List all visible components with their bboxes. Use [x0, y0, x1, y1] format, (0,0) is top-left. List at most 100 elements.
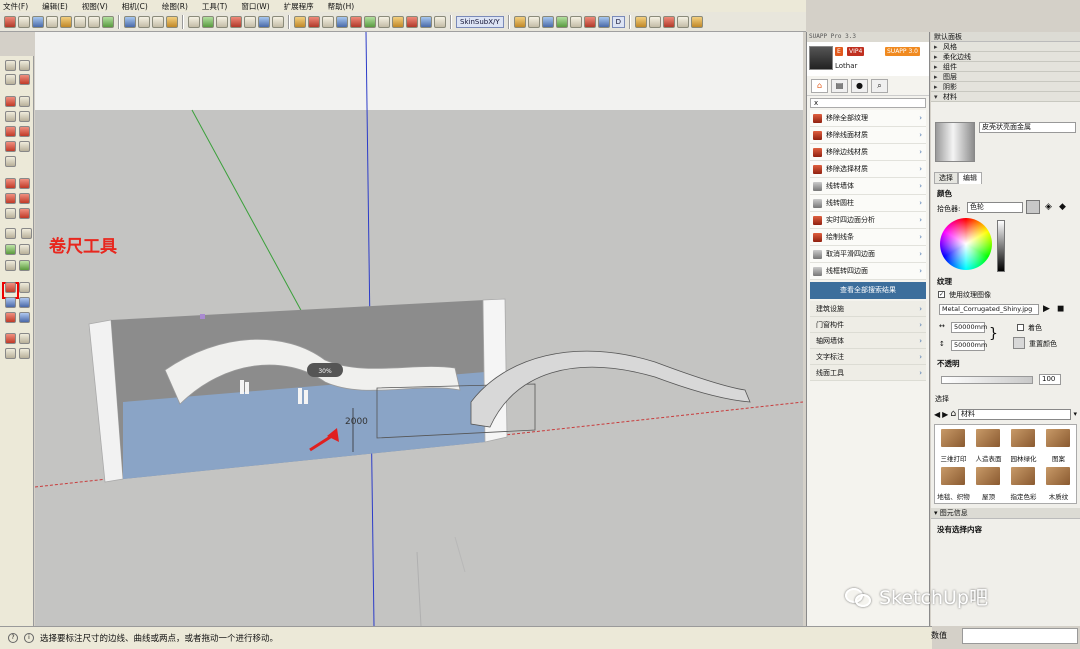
edit-texture-icon[interactable]: ◼ [1057, 304, 1064, 314]
toolbar-button[interactable] [216, 15, 228, 28]
opacity-slider[interactable] [941, 376, 1033, 384]
material-folder[interactable]: 地毯、织物 [937, 465, 970, 501]
menu-draw[interactable]: 绘图(R) [162, 1, 188, 12]
toolbar-button[interactable] [272, 15, 284, 28]
plugin-item[interactable]: 线转墙体 › [810, 178, 926, 195]
forward-arrow-icon[interactable]: ▶ [942, 410, 948, 419]
eraser-icon[interactable] [19, 74, 30, 85]
zoom-icon[interactable] [5, 297, 16, 308]
toolbar-button[interactable] [258, 15, 270, 28]
follow-me-icon[interactable] [19, 193, 30, 204]
user-avatar[interactable] [809, 46, 833, 70]
component-tool-icon[interactable] [19, 60, 30, 71]
select-tool-icon[interactable] [5, 60, 16, 71]
plugin-category[interactable]: 轴网墙体 › [810, 333, 926, 349]
home-icon[interactable]: ⌂ [811, 78, 828, 93]
pencil-icon[interactable] [5, 96, 16, 107]
toolbar-button[interactable] [124, 15, 136, 28]
plugin-category[interactable]: 文字标注 › [810, 349, 926, 365]
toolbar-button[interactable] [513, 15, 526, 28]
toolbar-button[interactable] [434, 15, 446, 28]
list-icon[interactable]: ▤ [831, 78, 848, 93]
toolbar-button[interactable] [350, 15, 362, 28]
menu-file[interactable]: 文件(F) [3, 1, 28, 12]
toolbar-button[interactable] [336, 15, 348, 28]
push-pull-icon[interactable] [19, 178, 30, 189]
toolbar-button[interactable] [392, 15, 404, 28]
use-texture-checkbox[interactable]: ✓ [938, 291, 945, 298]
menu-window[interactable]: 窗口(W) [241, 1, 269, 12]
rotate-icon[interactable] [5, 193, 16, 204]
text-tool-icon[interactable] [19, 244, 30, 255]
pie-icon[interactable] [5, 141, 16, 152]
suapp-version-badge[interactable]: SUAPP 3.0 [885, 47, 920, 56]
material-name-field[interactable]: 皮壳状亮面金属 [979, 122, 1076, 133]
toolbar-button[interactable] [88, 15, 100, 28]
dimension-icon[interactable] [21, 228, 32, 239]
toolbar-button[interactable] [152, 15, 164, 28]
help-icon[interactable]: ? [8, 633, 18, 643]
toolbar-button[interactable] [18, 15, 30, 28]
plugin-item[interactable]: 线转圆柱 › [810, 195, 926, 212]
toolbar-button[interactable] [202, 15, 214, 28]
position-camera-icon[interactable] [5, 333, 16, 344]
look-around-icon[interactable] [19, 333, 30, 344]
home-icon[interactable]: ⌂ [950, 409, 956, 419]
texture-width-input[interactable]: 50000mm [951, 322, 987, 333]
plugin-category[interactable]: 线面工具 › [810, 365, 926, 381]
offset-icon[interactable] [19, 208, 30, 219]
3d-text-icon[interactable] [19, 260, 30, 271]
plugin-search-input[interactable]: x [810, 98, 926, 108]
material-folder[interactable]: 人造表面 [972, 427, 1005, 463]
toolbar-button[interactable] [294, 15, 306, 28]
tray-section-shadows[interactable]: ▸ 阴影 [931, 82, 1080, 92]
tray-section-materials[interactable]: ▾ 材料 [931, 92, 1080, 102]
axes-icon[interactable] [5, 260, 16, 271]
protractor-icon[interactable] [5, 244, 16, 255]
orbit-icon[interactable] [5, 282, 16, 293]
plugin-item[interactable]: 取消平滑四边面 › [810, 246, 926, 263]
previous-view-icon[interactable] [19, 312, 30, 323]
view-all-results-button[interactable]: 查看全部搜索结果 [810, 282, 926, 299]
toolbar-button[interactable] [420, 15, 432, 28]
menu-extensions[interactable]: 扩展程序 [284, 1, 314, 12]
toolbar-button[interactable] [541, 15, 554, 28]
toolbar-button[interactable] [406, 15, 418, 28]
toolbar-button[interactable] [166, 15, 178, 28]
move-icon[interactable] [5, 178, 16, 189]
menu-edit[interactable]: 编辑(E) [42, 1, 68, 12]
toolbar-button[interactable] [691, 15, 704, 28]
color-swatch[interactable] [1026, 200, 1040, 214]
tray-section-styles[interactable]: ▸ 风格 [931, 42, 1080, 52]
material-folder[interactable]: 园林绿化 [1007, 427, 1040, 463]
toolbar-button[interactable] [46, 15, 58, 28]
back-arrow-icon[interactable]: ◀ [934, 410, 940, 419]
plugin-category[interactable]: 建筑设施 › [810, 301, 926, 317]
tray-section-components[interactable]: ▸ 组件 [931, 62, 1080, 72]
link-aspect-icon[interactable]: } [989, 326, 998, 342]
material-folder[interactable]: 指定色彩 [1007, 465, 1040, 501]
chevron-down-icon[interactable]: ▾ [1073, 410, 1077, 418]
material-folder[interactable]: 三维打印 [937, 427, 970, 463]
zoom-extents-icon[interactable] [5, 312, 16, 323]
plugin-category[interactable]: 门窗构件 › [810, 317, 926, 333]
material-library-select[interactable]: 材料 [958, 408, 1072, 420]
skinsub-button[interactable]: SkinSubX/Y [456, 15, 504, 28]
color-picker-select[interactable]: 色轮 [967, 202, 1023, 213]
plugin-item[interactable]: 线框转四边面 › [810, 263, 926, 280]
three-point-arc-icon[interactable] [19, 141, 30, 152]
toolbar-button[interactable] [583, 15, 596, 28]
toolbar-button[interactable] [322, 15, 334, 28]
toolbar-button[interactable] [527, 15, 540, 28]
toolbar-button[interactable] [555, 15, 568, 28]
eyedropper-icon[interactable]: ◆ [1059, 202, 1066, 212]
tab-edit[interactable]: 编辑 [958, 172, 982, 184]
search-icon[interactable]: ⌕ [871, 78, 888, 93]
toolbar-button[interactable] [597, 15, 610, 28]
tab-select[interactable]: 选择 [934, 172, 958, 184]
material-folder[interactable]: 图案 [1042, 427, 1075, 463]
toolbar-button[interactable] [60, 15, 72, 28]
tape-measure-icon[interactable] [5, 228, 16, 239]
toolbar-button[interactable] [138, 15, 150, 28]
polygon-icon[interactable] [5, 126, 16, 137]
